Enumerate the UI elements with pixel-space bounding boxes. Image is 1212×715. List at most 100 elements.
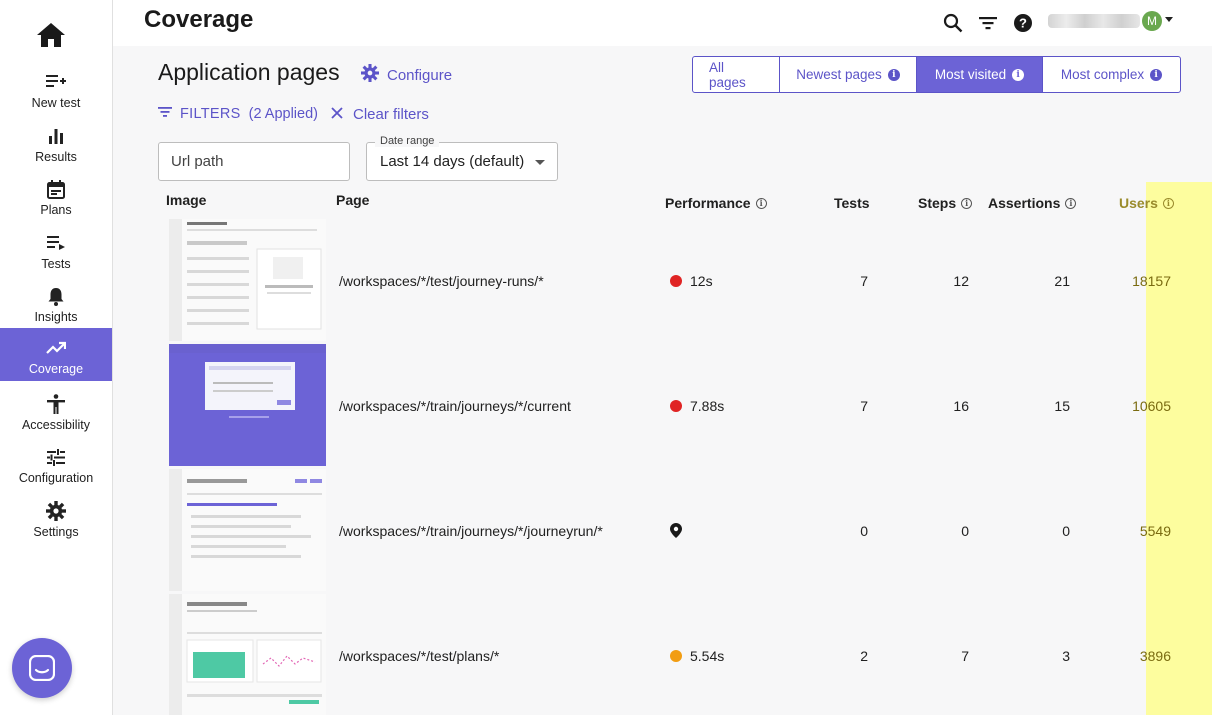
info-outline-icon: i <box>1162 197 1174 209</box>
table-row[interactable]: /workspaces/*/train/journeys/*/current 7… <box>158 344 1190 469</box>
sidebar-item-coverage[interactable]: Coverage <box>0 328 112 381</box>
info-outline-icon: i <box>1065 197 1077 209</box>
info-icon[interactable]: i <box>887 68 900 81</box>
sidebar-item-label: Coverage <box>28 362 84 376</box>
page-screenshot-thumbnail[interactable] <box>169 469 326 591</box>
clear-filters-label: Clear filters <box>353 106 429 123</box>
tune-icon <box>45 446 67 468</box>
sidebar-item-results[interactable]: Results <box>0 120 112 173</box>
svg-text:?: ? <box>1019 16 1027 31</box>
date-range-label: Date range <box>375 135 440 147</box>
tab-most-complex[interactable]: Most complex i <box>1043 57 1180 92</box>
close-icon <box>331 106 343 123</box>
filters-toggle[interactable]: FILTERS (2 Applied) <box>158 106 318 122</box>
chat-icon <box>29 655 55 681</box>
search-icon[interactable] <box>941 11 965 35</box>
column-header-users[interactable]: Users i <box>1119 195 1174 211</box>
filter-list-icon <box>158 106 172 122</box>
configure-label: Configure <box>387 66 453 84</box>
caret-down-icon <box>535 160 545 165</box>
url-path-input[interactable] <box>158 142 350 181</box>
sidebar-item-label: Configuration <box>18 471 94 485</box>
tests-count: 7 <box>860 398 868 414</box>
filter-list-icon[interactable] <box>976 11 1000 35</box>
column-header-image: Image <box>166 192 207 208</box>
date-range-select[interactable]: Date range Last 14 days (default) <box>366 135 558 181</box>
page-path[interactable]: /workspaces/*/train/journeys/*/current <box>339 398 571 414</box>
users-count: 18157 <box>1132 273 1171 289</box>
page-path[interactable]: /workspaces/*/test/journey-runs/* <box>339 273 544 289</box>
tests-count: 7 <box>860 273 868 289</box>
info-outline-icon: i <box>961 197 973 209</box>
tab-label: Most visited <box>934 67 1007 82</box>
status-dot-icon <box>670 650 682 662</box>
assertions-count: 15 <box>1054 398 1070 414</box>
clear-filters-button[interactable]: Clear filters <box>331 106 429 123</box>
info-icon[interactable]: i <box>1012 68 1025 81</box>
page-screenshot-thumbnail[interactable] <box>169 219 326 341</box>
sidebar-item-label: New test <box>31 96 81 110</box>
users-count: 5549 <box>1139 523 1171 539</box>
column-header-steps[interactable]: Steps i <box>918 195 973 211</box>
status-dot-icon <box>670 275 682 287</box>
tests-count: 2 <box>860 648 868 664</box>
page-path[interactable]: /workspaces/*/train/journeys/*/journeyru… <box>339 523 603 539</box>
tests-count: 0 <box>860 523 868 539</box>
sidebar-item-accessibility[interactable]: Accessibility <box>0 388 112 441</box>
tab-all-pages[interactable]: All pages <box>693 57 780 92</box>
filters-applied-count: (2 Applied) <box>248 106 318 122</box>
user-name-redacted[interactable] <box>1048 14 1140 28</box>
table-row[interactable]: /workspaces/*/test/journey-runs/* 12s 7 … <box>158 219 1190 344</box>
steps-count: 16 <box>953 398 969 414</box>
table-row[interactable]: /workspaces/*/test/plans/* 5.54s 2 7 3 3… <box>158 594 1190 715</box>
steps-count: 7 <box>961 648 969 664</box>
home-icon[interactable] <box>36 22 68 50</box>
tab-label: Newest pages <box>796 67 882 82</box>
page-screenshot-thumbnail[interactable] <box>169 594 326 715</box>
page-sort-tabs: All pages Newest pages i Most visited i … <box>692 56 1181 93</box>
sidebar-item-new-test[interactable]: New test <box>0 66 112 119</box>
table-row[interactable]: /workspaces/*/train/journeys/*/journeyru… <box>158 469 1190 594</box>
sidebar-item-insights[interactable]: Insights <box>0 280 112 333</box>
users-count: 10605 <box>1132 398 1171 414</box>
chevron-down-icon[interactable] <box>1165 17 1173 22</box>
playlist-add-icon <box>45 71 67 93</box>
tab-label: All pages <box>709 59 746 90</box>
chat-launcher-button[interactable] <box>12 638 72 698</box>
performance-value: 7.88s <box>670 398 724 414</box>
sidebar-item-configuration[interactable]: Configuration <box>0 441 112 494</box>
column-header-tests[interactable]: Tests <box>834 195 870 211</box>
sidebar-item-settings[interactable]: Settings <box>0 495 112 548</box>
steps-count: 0 <box>961 523 969 539</box>
sidebar-item-label: Plans <box>40 203 72 217</box>
location-pin-icon <box>670 523 682 541</box>
gear-icon <box>45 500 67 522</box>
users-count: 3896 <box>1139 648 1171 664</box>
column-header-assertions[interactable]: Assertions i <box>988 195 1077 211</box>
gear-icon <box>361 64 379 86</box>
sidebar-item-label: Tests <box>41 257 71 271</box>
steps-count: 12 <box>953 273 969 289</box>
tab-label: Most complex <box>1060 67 1145 82</box>
page-title: Coverage <box>144 6 254 33</box>
help-icon[interactable]: ? <box>1011 11 1035 35</box>
tab-newest-pages[interactable]: Newest pages i <box>780 57 917 92</box>
sidebar-item-tests[interactable]: Tests <box>0 227 112 280</box>
page-path[interactable]: /workspaces/*/test/plans/* <box>339 648 499 664</box>
configure-button[interactable]: Configure <box>361 64 452 86</box>
page-screenshot-thumbnail[interactable] <box>169 344 326 466</box>
avatar[interactable]: M <box>1142 11 1162 31</box>
accessibility-icon <box>45 393 67 415</box>
sidebar-item-plans[interactable]: Plans <box>0 173 112 226</box>
performance-value: 12s <box>670 273 713 289</box>
info-icon[interactable]: i <box>1150 68 1163 81</box>
sidebar-item-label: Insights <box>34 310 78 324</box>
filters-label: FILTERS <box>180 106 241 122</box>
main-content: Application pages Configure All pages Ne… <box>113 46 1212 715</box>
column-header-performance[interactable]: Performance i <box>665 195 767 211</box>
tab-most-visited[interactable]: Most visited i <box>917 57 1043 92</box>
bar-chart-icon <box>45 125 67 147</box>
sidebar: New test Results Plans Tests Insights Co… <box>0 0 113 715</box>
sidebar-item-label: Accessibility <box>21 418 91 432</box>
sidebar-item-label: Settings <box>33 525 79 539</box>
